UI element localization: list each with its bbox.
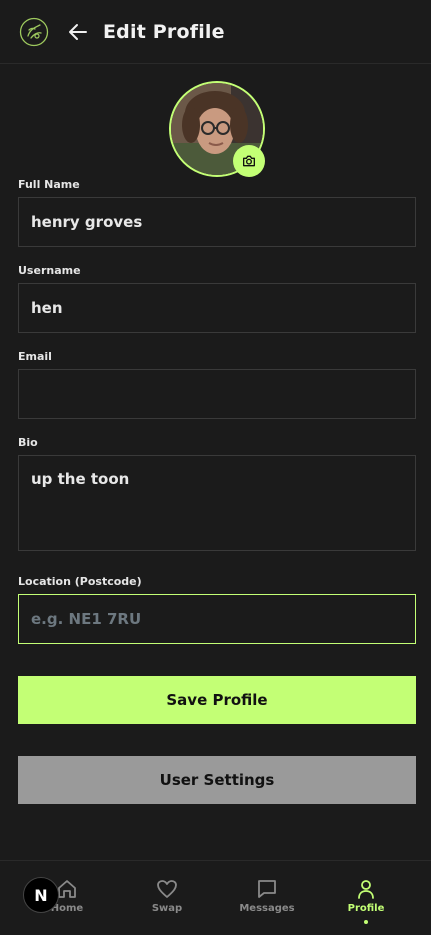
page-title: Edit Profile [103, 21, 225, 43]
nav-item-swap[interactable]: Swap [117, 861, 217, 935]
nav-item-messages[interactable]: Messages [217, 861, 317, 935]
full-name-label: Full Name [18, 178, 80, 191]
active-indicator [364, 920, 368, 924]
email-label: Email [18, 350, 52, 363]
nav-label-swap: Swap [151, 903, 183, 914]
message-icon [258, 880, 276, 898]
bio-field[interactable]: up the toon [18, 455, 416, 551]
full-name-field[interactable]: henry groves [18, 197, 416, 247]
username-field[interactable]: hen [18, 283, 416, 333]
app-logo-icon [19, 17, 49, 47]
dev-tools-badge[interactable]: N [23, 877, 59, 913]
username-label: Username [18, 264, 81, 277]
user-settings-button[interactable]: User Settings [18, 756, 416, 804]
bottom-nav: Home Swap Messages Profile [0, 860, 431, 934]
email-field[interactable] [18, 369, 416, 419]
save-profile-button[interactable]: Save Profile [18, 676, 416, 724]
location-field[interactable]: e.g. NE1 7RU [18, 594, 416, 644]
avatar-container [169, 81, 265, 177]
nav-label-profile: Profile [347, 903, 385, 914]
back-arrow-icon[interactable] [66, 20, 90, 44]
location-placeholder: e.g. NE1 7RU [31, 610, 142, 628]
top-bar: Edit Profile [0, 0, 431, 64]
change-photo-button[interactable] [233, 145, 265, 177]
bio-label: Bio [18, 436, 38, 449]
nav-label-messages: Messages [239, 903, 295, 914]
nav-item-profile[interactable]: Profile [316, 861, 416, 935]
user-icon [358, 880, 374, 899]
heart-icon [157, 880, 177, 898]
camera-icon [243, 155, 255, 167]
location-label: Location (Postcode) [18, 575, 142, 588]
